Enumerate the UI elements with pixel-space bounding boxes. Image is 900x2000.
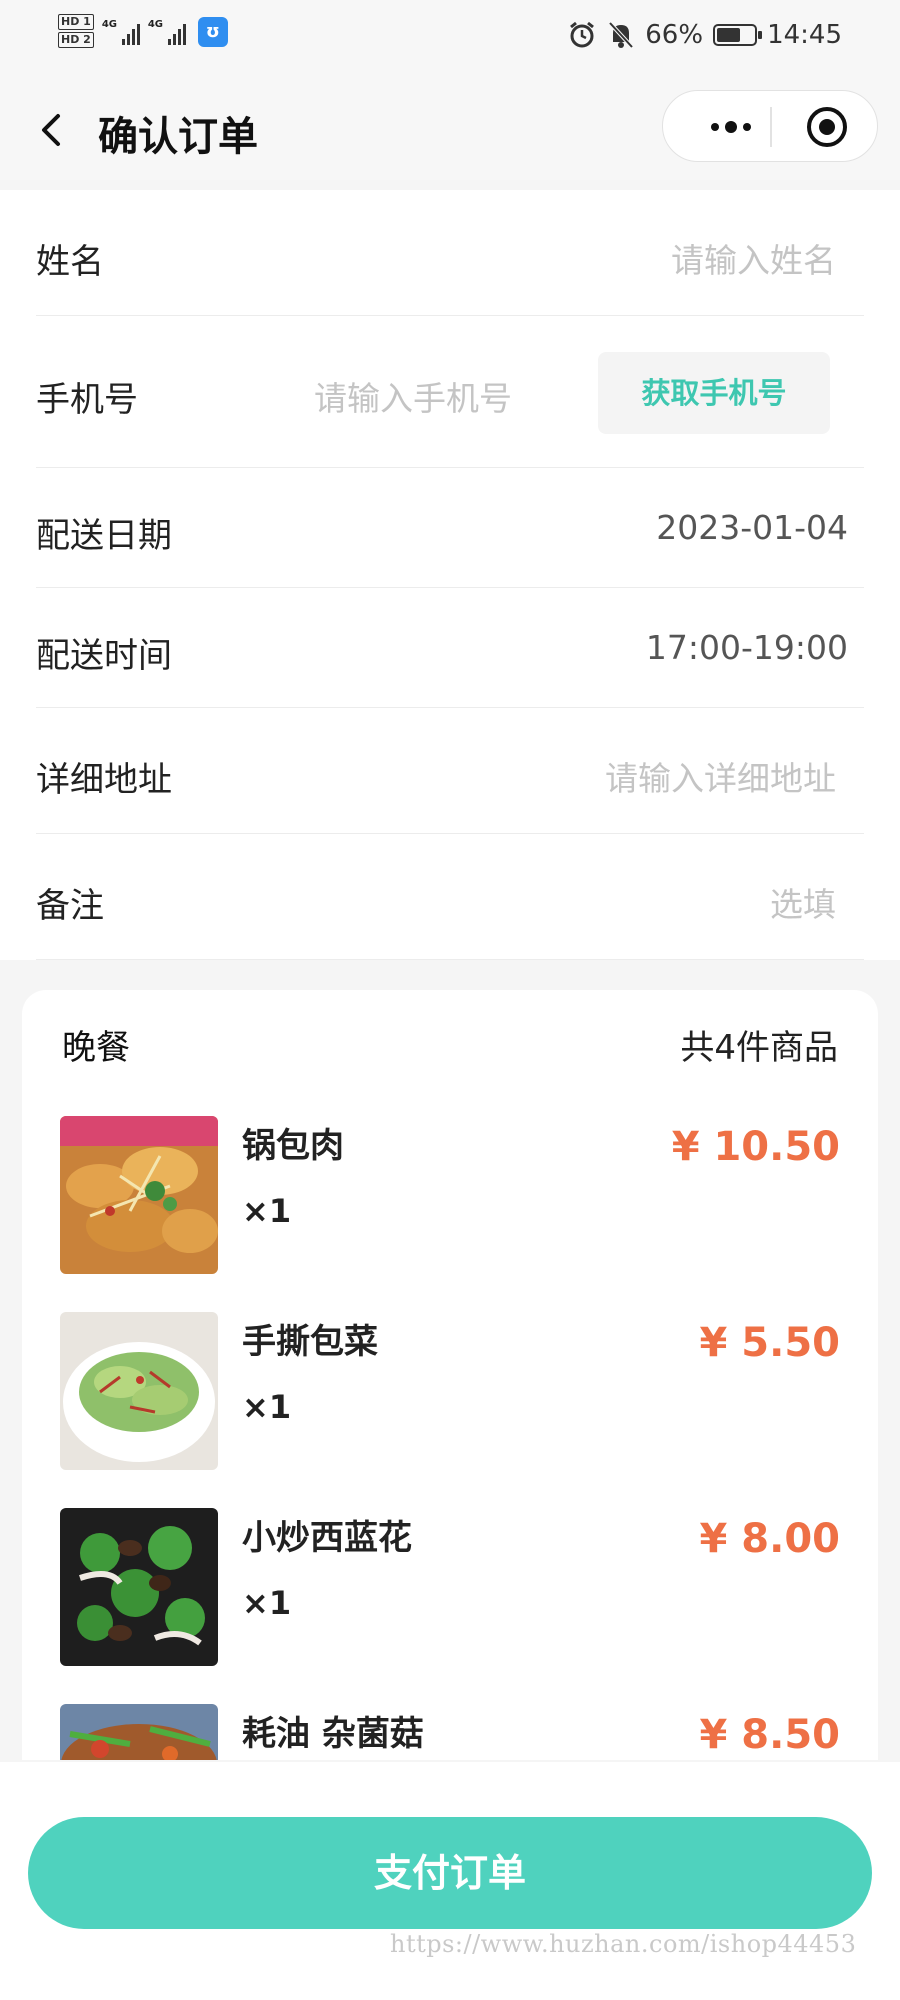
goods-qty: ×1 (242, 1388, 292, 1426)
goods-price: ¥ 8.00 (699, 1516, 840, 1562)
battery-level (717, 28, 741, 42)
goods-item: 耗油 杂菌菇 ¥ 8.50 (60, 1704, 840, 1760)
more-dots-icon[interactable] (691, 105, 771, 149)
remark-row: 备注 选填 (36, 834, 864, 960)
signal-icon-1: 4G (102, 19, 140, 45)
remark-label: 备注 (36, 886, 104, 926)
goods-item: 小炒西蓝花 ×1 ¥ 8.00 (60, 1508, 840, 1668)
address-row: 详细地址 请输入详细地址 (36, 708, 864, 834)
time-row[interactable]: 配送时间 17:00-19:00 (36, 588, 864, 708)
chevron-left-icon[interactable] (32, 106, 72, 154)
hd2-label: HD 2 (58, 32, 94, 48)
phone-input[interactable]: 请输入手机号 (314, 372, 512, 420)
goods-card: 晚餐 共4件商品 锅包肉 ×1 ¥ 10.50 手撕包菜 ×1 ¥ 5.50 小… (22, 990, 878, 1760)
net2-label: 4G (147, 19, 163, 30)
goods-item: 锅包肉 ×1 ¥ 10.50 (60, 1116, 840, 1276)
miniprogram-capsule (662, 90, 878, 162)
time-label: 配送时间 (36, 636, 172, 676)
alarm-icon (570, 21, 595, 48)
net1-label: 4G (101, 19, 117, 30)
time-value: 17:00-19:00 (645, 628, 848, 667)
app-notification-icon: ʊ (197, 17, 228, 47)
date-label: 配送日期 (36, 516, 172, 556)
food-image-xilanhua (60, 1508, 218, 1666)
page-title: 确认订单 (98, 114, 258, 160)
food-image-guobaorou (60, 1116, 218, 1274)
goods-name: 锅包肉 (242, 1126, 344, 1166)
goods-name: 小炒西蓝花 (242, 1518, 412, 1558)
name-input[interactable]: 请输入姓名 (671, 234, 836, 282)
date-row[interactable]: 配送日期 2023-01-04 (36, 468, 864, 588)
goods-qty: ×1 (242, 1192, 292, 1230)
address-label: 详细地址 (36, 760, 172, 800)
bell-off-icon (608, 21, 634, 49)
address-input[interactable]: 请输入详细地址 (605, 752, 836, 800)
status-right: 66% 14:45 (567, 20, 842, 50)
signal-icon-2: 4G (148, 19, 186, 45)
goods-item: 手撕包菜 ×1 ¥ 5.50 (60, 1312, 840, 1472)
battery-percent: 66% (645, 20, 704, 50)
clock: 14:45 (767, 20, 842, 50)
get-phone-button[interactable]: 获取手机号 (598, 352, 830, 434)
pay-order-button[interactable]: 支付订单 (28, 1817, 872, 1929)
goods-price: ¥ 5.50 (699, 1320, 840, 1366)
status-bar: HD 1 HD 2 4G 4G ʊ 66% 14:45 (0, 0, 900, 80)
name-row: 姓名 请输入姓名 (36, 190, 864, 316)
nav-bar: 确认订单 (0, 80, 900, 180)
hd-indicator: HD 1 HD 2 (58, 14, 94, 50)
goods-name: 手撕包菜 (242, 1322, 378, 1362)
goods-qty: ×1 (242, 1584, 292, 1622)
phone-row: 手机号 请输入手机号 获取手机号 (36, 316, 864, 468)
phone-label: 手机号 (36, 380, 138, 420)
date-value: 2023-01-04 (656, 508, 848, 547)
battery-icon (713, 24, 763, 46)
goods-count: 共4件商品 (680, 1028, 838, 1068)
goods-price: ¥ 10.50 (671, 1124, 840, 1170)
bottom-bar: 支付订单 https://www.huzhan.com/ishop44453 (0, 1762, 900, 2000)
hd1-label: HD 1 (58, 14, 94, 30)
status-left: HD 1 HD 2 4G 4G ʊ (58, 14, 228, 50)
goods-name: 耗油 杂菌菇 (242, 1714, 424, 1754)
target-icon[interactable] (807, 107, 847, 147)
food-image-shousibaocai (60, 1312, 218, 1470)
meal-title: 晚餐 (62, 1028, 130, 1068)
order-form: 姓名 请输入姓名 手机号 请输入手机号 获取手机号 配送日期 2023-01-0… (0, 190, 900, 960)
remark-input[interactable]: 选填 (770, 878, 836, 926)
watermark-text: https://www.huzhan.com/ishop44453 (390, 1930, 857, 1958)
name-label: 姓名 (36, 242, 104, 282)
goods-price: ¥ 8.50 (699, 1712, 840, 1758)
capsule-divider (770, 107, 772, 147)
food-image-zajungu (60, 1704, 218, 1760)
